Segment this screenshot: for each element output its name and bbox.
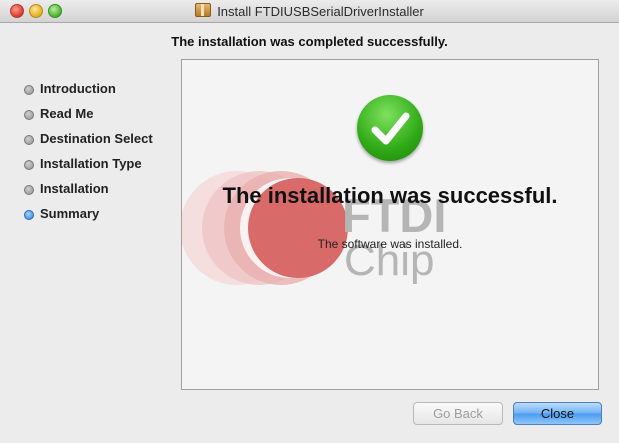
checkmark-icon [357,95,423,161]
step-list: Introduction Read Me Destination Select … [24,80,153,230]
step-dot-icon [24,135,34,145]
step-label: Destination Select [40,131,153,146]
step-dot-icon [24,185,34,195]
step-read-me: Read Me [24,105,153,130]
step-installation-type: Installation Type [24,155,153,180]
summary-panel: FTDI Chip The installation was successfu… [181,59,599,390]
page-heading: The installation was completed successfu… [171,34,448,49]
step-label: Installation [40,181,109,196]
package-icon [195,3,212,17]
step-dot-icon [24,85,34,95]
step-destination-select: Destination Select [24,130,153,155]
step-dot-icon [24,160,34,170]
step-label: Installation Type [40,156,142,171]
title-bar[interactable]: Install FTDIUSBSerialDriverInstaller [0,0,619,23]
window-title: Install FTDIUSBSerialDriverInstaller [217,4,424,19]
step-dot-icon [24,110,34,120]
success-title: The installation was successful. [222,183,558,208]
success-subtitle: The software was installed. [317,237,463,251]
installer-window: Install FTDIUSBSerialDriverInstaller The… [0,0,619,443]
step-installation: Installation [24,180,153,205]
step-label: Read Me [40,106,94,121]
step-introduction: Introduction [24,80,153,105]
step-label: Introduction [40,81,116,96]
step-summary: Summary [24,205,153,230]
step-label: Summary [40,206,100,221]
close-button[interactable]: Close [513,402,602,425]
go-back-button[interactable]: Go Back [413,402,503,425]
step-dot-active-icon [24,210,34,220]
window-title-wrap: Install FTDIUSBSerialDriverInstaller [0,3,619,19]
